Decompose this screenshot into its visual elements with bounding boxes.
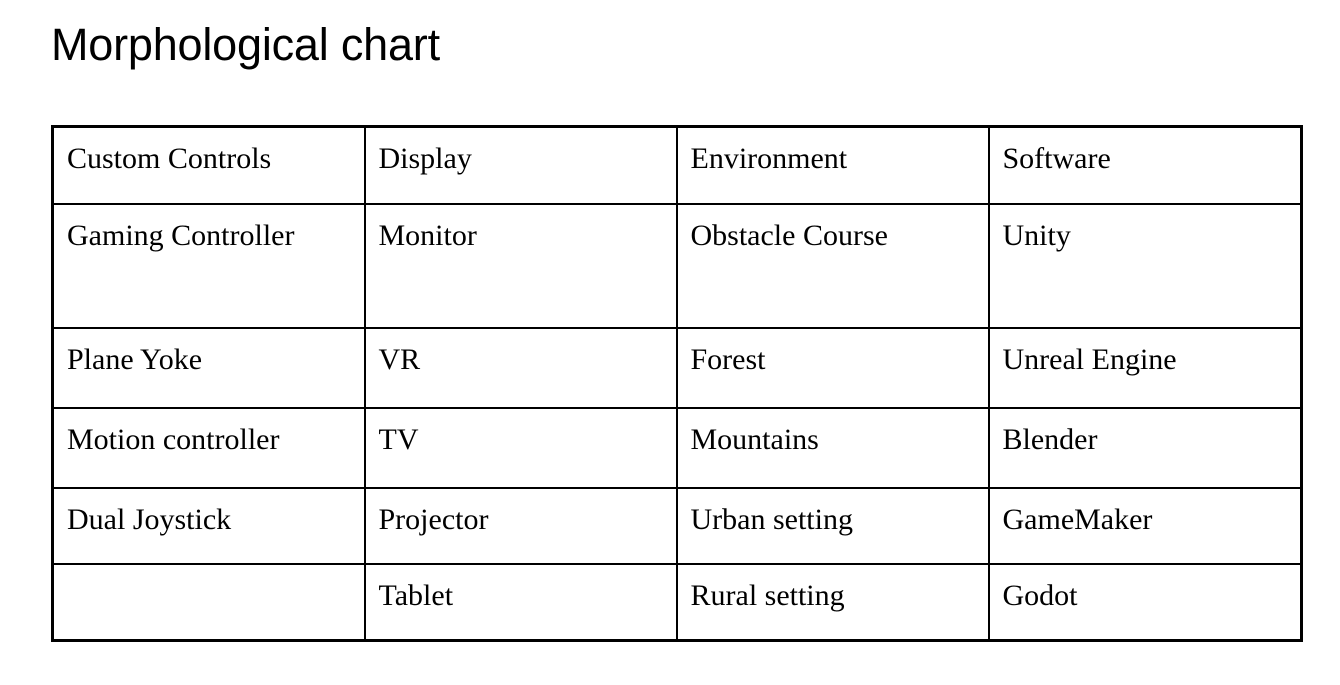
cell-software-5: Godot: [987, 563, 1303, 642]
cell-environment-3: Mountains: [675, 407, 990, 489]
morphological-chart-container: Custom Controls Display Environment Soft…: [51, 125, 1303, 642]
cell-display-1: Monitor: [363, 203, 678, 329]
cell-custom-controls-2: Plane Yoke: [51, 327, 366, 409]
cell-custom-controls-4: Dual Joystick: [51, 487, 366, 565]
table-row: Motion controller TV Mountains Blender: [51, 407, 1303, 489]
cell-environment-1: Obstacle Course: [675, 203, 990, 329]
cell-environment-4: Urban setting: [675, 487, 990, 565]
cell-display-3: TV: [363, 407, 678, 489]
table-header-row: Custom Controls Display Environment Soft…: [51, 125, 1303, 205]
page-root: Morphological chart Custom Controls Disp…: [0, 0, 1340, 685]
cell-custom-controls-5: [51, 563, 366, 642]
cell-display-5: Tablet: [363, 563, 678, 642]
cell-software-2: Unreal Engine: [987, 327, 1303, 409]
cell-environment-2: Forest: [675, 327, 990, 409]
column-header-software: Software: [987, 125, 1303, 205]
table-row: Gaming Controller Monitor Obstacle Cours…: [51, 203, 1303, 329]
column-header-display: Display: [363, 125, 678, 205]
cell-environment-5: Rural setting: [675, 563, 990, 642]
cell-custom-controls-3: Motion controller: [51, 407, 366, 489]
cell-custom-controls-1: Gaming Controller: [51, 203, 366, 329]
table-row: Dual Joystick Projector Urban setting Ga…: [51, 487, 1303, 565]
table-row: Plane Yoke VR Forest Unreal Engine: [51, 327, 1303, 409]
cell-software-1: Unity: [987, 203, 1303, 329]
cell-software-3: Blender: [987, 407, 1303, 489]
cell-display-2: VR: [363, 327, 678, 409]
table-row: Tablet Rural setting Godot: [51, 563, 1303, 642]
cell-display-4: Projector: [363, 487, 678, 565]
cell-software-4: GameMaker: [987, 487, 1303, 565]
page-title: Morphological chart: [51, 19, 440, 70]
column-header-environment: Environment: [675, 125, 990, 205]
column-header-custom-controls: Custom Controls: [51, 125, 366, 205]
morphological-chart-table: Custom Controls Display Environment Soft…: [51, 125, 1303, 642]
